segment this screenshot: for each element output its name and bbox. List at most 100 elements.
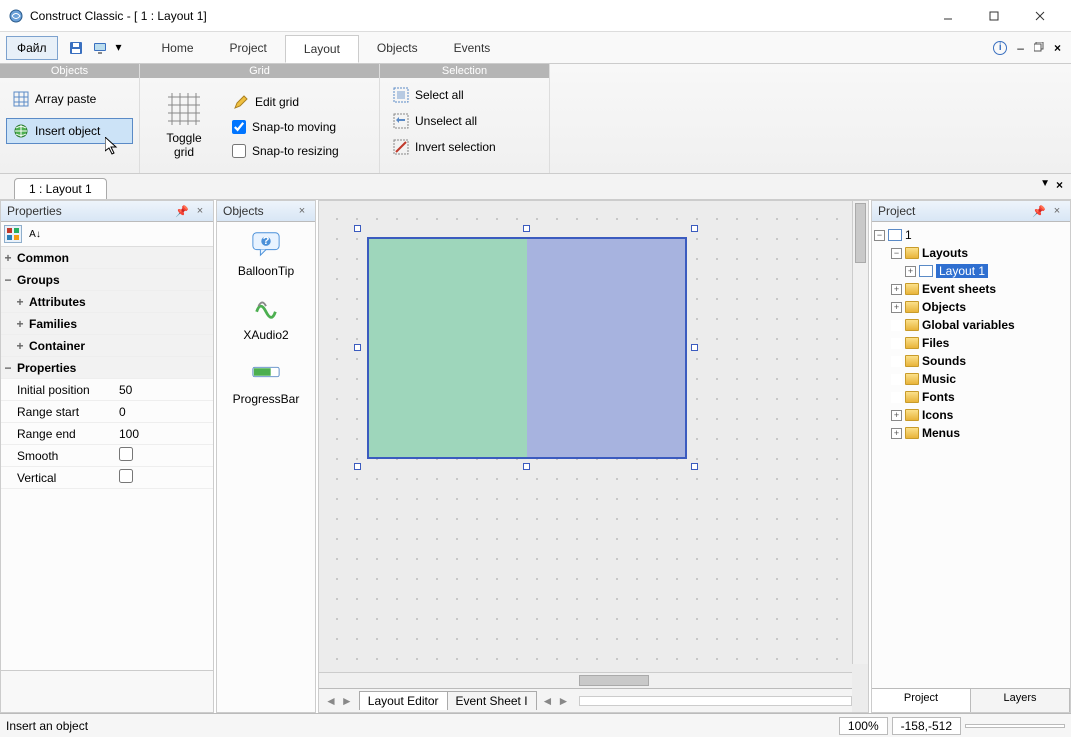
tree-sounds[interactable]: Sounds: [874, 352, 1068, 370]
properties-description: [1, 670, 213, 712]
prop-smooth[interactable]: Smooth: [1, 445, 213, 467]
project-tab-layers[interactable]: Layers: [971, 689, 1070, 712]
tab-nav-icon[interactable]: ◄: [325, 694, 337, 708]
maximize-button[interactable]: [971, 0, 1017, 32]
ribbon-group-grid: Grid Toggle grid Edit grid Snap-to movin…: [140, 64, 380, 173]
status-empty-cell: [965, 724, 1065, 728]
save-icon[interactable]: [68, 40, 84, 56]
categorize-icon[interactable]: [4, 225, 22, 243]
tree-event-sheets[interactable]: +Event sheets: [874, 280, 1068, 298]
resize-handle-se[interactable]: [691, 463, 698, 470]
mdi-close-icon[interactable]: ×: [1054, 41, 1061, 55]
tree-icons[interactable]: +Icons: [874, 406, 1068, 424]
tree-music[interactable]: Music: [874, 370, 1068, 388]
objects-panel-title: Objects: [223, 204, 291, 218]
prop-cat-common[interactable]: +Common: [1, 247, 213, 269]
canvas-tab-event-sheet[interactable]: Event Sheet I: [447, 691, 537, 710]
canvas-hscroll-track[interactable]: [579, 696, 852, 706]
tree-root[interactable]: −1: [874, 226, 1068, 244]
tab-nav-icon[interactable]: ►: [557, 694, 569, 708]
prop-cat-groups[interactable]: −Groups: [1, 269, 213, 291]
unselect-all-button[interactable]: Unselect all: [388, 110, 541, 132]
close-icon[interactable]: ×: [193, 204, 207, 218]
tab-close-icon[interactable]: ×: [1056, 178, 1063, 192]
grid-large-icon: [168, 93, 200, 125]
minimize-button[interactable]: [925, 0, 971, 32]
array-paste-button[interactable]: Array paste: [6, 86, 133, 112]
tab-options-icon[interactable]: ▼: [1040, 178, 1050, 192]
status-zoom[interactable]: 100%: [839, 717, 888, 735]
canvas-tab-layout-editor[interactable]: Layout Editor: [359, 691, 448, 710]
main-area: Properties 📌 × A↓ +Common −Groups +Attri…: [0, 200, 1071, 713]
object-item-balloontip[interactable]: ? BalloonTip: [226, 228, 306, 278]
snap-to-moving-checkbox[interactable]: Snap-to moving: [228, 117, 343, 137]
project-panel-title: Project: [878, 204, 1028, 218]
object-item-progressbar[interactable]: ProgressBar: [226, 356, 306, 406]
prop-vertical[interactable]: Vertical: [1, 467, 213, 489]
toggle-grid-button[interactable]: Toggle grid: [148, 88, 220, 164]
document-tab-row: 1 : Layout 1 ▼ ×: [0, 174, 1071, 200]
object-item-xaudio2[interactable]: XAudio2: [226, 292, 306, 342]
tab-project[interactable]: Project: [212, 35, 285, 61]
help-icon[interactable]: i: [993, 41, 1007, 55]
tab-nav-icon[interactable]: ►: [341, 694, 353, 708]
tree-layouts[interactable]: −Layouts: [874, 244, 1068, 262]
prop-cat-container[interactable]: +Container: [1, 335, 213, 357]
pin-icon[interactable]: 📌: [1032, 204, 1046, 218]
monitor-icon[interactable]: [92, 40, 108, 56]
tab-home[interactable]: Home: [144, 35, 212, 61]
file-menu-button[interactable]: Файл: [6, 36, 58, 60]
tree-globals[interactable]: Global variables: [874, 316, 1068, 334]
tree-fonts[interactable]: Fonts: [874, 388, 1068, 406]
resize-handle-nw[interactable]: [354, 225, 361, 232]
ribbon-group-objects-label: Objects: [0, 64, 139, 78]
document-tab[interactable]: 1 : Layout 1: [14, 178, 107, 199]
select-all-button[interactable]: Select all: [388, 84, 541, 106]
insert-object-button[interactable]: Insert object: [6, 118, 133, 144]
folder-icon: [905, 247, 919, 259]
vertical-checkbox[interactable]: [119, 469, 133, 483]
prop-range-start[interactable]: Range start0: [1, 401, 213, 423]
tab-objects[interactable]: Objects: [359, 35, 436, 61]
mdi-minimize-icon[interactable]: –: [1017, 41, 1024, 55]
snap-to-resizing-checkbox[interactable]: Snap-to resizing: [228, 141, 343, 161]
sort-az-icon[interactable]: A↓: [26, 225, 44, 243]
prop-cat-families[interactable]: +Families: [1, 313, 213, 335]
invert-selection-button[interactable]: Invert selection: [388, 136, 541, 158]
tab-nav-icon[interactable]: ◄: [542, 694, 554, 708]
close-button[interactable]: [1017, 0, 1063, 32]
mdi-restore-icon[interactable]: [1034, 41, 1044, 55]
tree-layout1[interactable]: +Layout 1: [874, 262, 1068, 280]
vertical-scrollbar[interactable]: [852, 201, 868, 664]
close-icon[interactable]: ×: [1050, 204, 1064, 218]
resize-handle-s[interactable]: [523, 463, 530, 470]
tree-objects[interactable]: +Objects: [874, 298, 1068, 316]
resize-handle-n[interactable]: [523, 225, 530, 232]
horizontal-scrollbar[interactable]: [319, 672, 852, 688]
prop-cat-attributes[interactable]: +Attributes: [1, 291, 213, 313]
prop-initial-position[interactable]: Initial position50: [1, 379, 213, 401]
ribbon-group-selection-label: Selection: [380, 64, 549, 78]
menubar: Файл ▾ Home Project Layout Objects Event…: [0, 32, 1071, 64]
snap-moving-label: Snap-to moving: [252, 120, 336, 134]
tree-menus[interactable]: +Menus: [874, 424, 1068, 442]
qat-dropdown-icon[interactable]: ▾: [116, 40, 124, 56]
tree-files[interactable]: Files: [874, 334, 1068, 352]
pin-icon[interactable]: 📌: [175, 204, 189, 218]
close-icon[interactable]: ×: [295, 204, 309, 218]
resize-handle-sw[interactable]: [354, 463, 361, 470]
snap-moving-input[interactable]: [232, 120, 246, 134]
tab-layout[interactable]: Layout: [285, 35, 359, 63]
selected-object[interactable]: [367, 237, 687, 459]
resize-handle-e[interactable]: [691, 344, 698, 351]
layout-canvas[interactable]: ◄ ► Layout Editor Event Sheet I ◄ ►: [318, 200, 869, 713]
prop-range-end[interactable]: Range end100: [1, 423, 213, 445]
project-tab-project[interactable]: Project: [872, 689, 971, 712]
prop-cat-properties[interactable]: −Properties: [1, 357, 213, 379]
snap-resizing-input[interactable]: [232, 144, 246, 158]
smooth-checkbox[interactable]: [119, 447, 133, 461]
resize-handle-ne[interactable]: [691, 225, 698, 232]
resize-handle-w[interactable]: [354, 344, 361, 351]
tab-events[interactable]: Events: [436, 35, 509, 61]
edit-grid-button[interactable]: Edit grid: [228, 91, 343, 113]
